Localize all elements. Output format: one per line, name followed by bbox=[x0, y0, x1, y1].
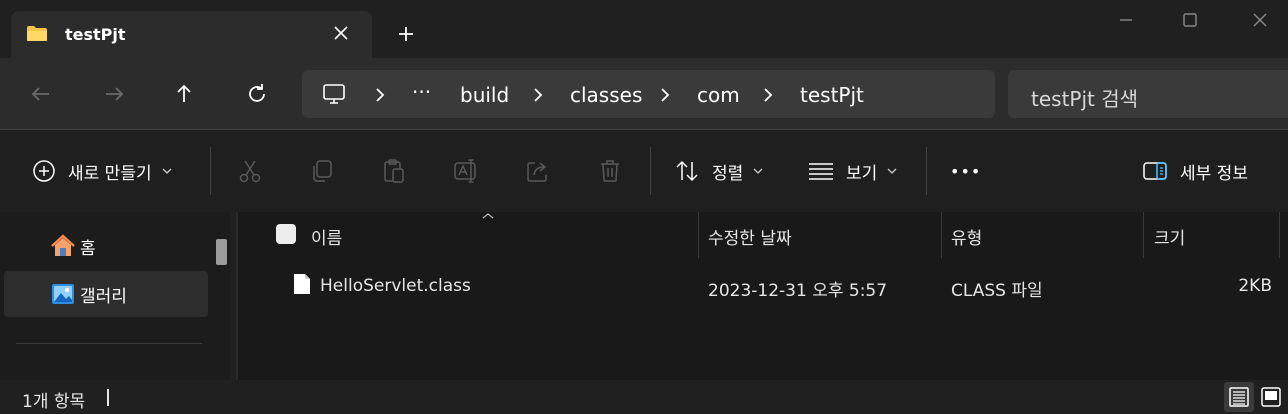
title-bar: testPjt bbox=[0, 0, 1288, 58]
column-divider[interactable] bbox=[1143, 212, 1144, 258]
more-button[interactable]: ••• bbox=[950, 157, 981, 185]
refresh-icon[interactable] bbox=[243, 80, 271, 108]
address-bar[interactable]: ··· build classes com testPjt bbox=[302, 70, 995, 118]
table-row[interactable]: HelloServlet.class 2023-12-31 오후 5:57 CL… bbox=[238, 267, 1288, 307]
column-header: 이름 수정한 날짜 유형 크기 bbox=[238, 212, 1288, 258]
trash-icon[interactable] bbox=[597, 158, 623, 184]
sidebar-item-label: 홈 bbox=[80, 238, 96, 259]
tiles-view-icon[interactable] bbox=[1256, 382, 1286, 412]
arrow-right-icon[interactable] bbox=[100, 80, 128, 108]
details-view-icon[interactable] bbox=[1224, 382, 1254, 412]
more-label: ••• bbox=[950, 161, 982, 181]
column-type[interactable]: 유형 bbox=[951, 224, 982, 249]
file-icon bbox=[294, 274, 310, 294]
sort-button[interactable]: 정렬 bbox=[674, 157, 763, 185]
cut-icon[interactable] bbox=[237, 158, 263, 184]
select-all-checkbox[interactable] bbox=[276, 224, 296, 244]
navigation-pane: 홈 갤러리 bbox=[0, 212, 230, 380]
paste-icon[interactable] bbox=[381, 158, 407, 184]
file-size: 2KB bbox=[1238, 276, 1272, 296]
view-label: 보기 bbox=[846, 163, 878, 184]
divider bbox=[926, 147, 927, 195]
sidebar-item-label: 갤러리 bbox=[80, 286, 127, 307]
sort-up-icon bbox=[482, 213, 494, 219]
tab-title: testPjt bbox=[65, 25, 126, 44]
breadcrumb-com[interactable]: com bbox=[697, 83, 740, 107]
plus-circle-icon bbox=[33, 160, 55, 182]
share-icon[interactable] bbox=[525, 158, 551, 184]
window-close-icon[interactable] bbox=[1248, 8, 1272, 32]
column-divider[interactable] bbox=[1279, 212, 1280, 258]
command-bar: 새로 만들기 정렬 보기 ••• 세부 정보 bbox=[0, 130, 1288, 212]
home-icon bbox=[51, 234, 75, 256]
divider bbox=[650, 147, 651, 195]
column-divider[interactable] bbox=[698, 212, 699, 258]
details-pane-button[interactable]: 세부 정보 bbox=[1142, 157, 1248, 185]
divider bbox=[16, 343, 202, 344]
file-modified: 2023-12-31 오후 5:57 bbox=[708, 281, 888, 301]
column-modified[interactable]: 수정한 날짜 bbox=[708, 224, 792, 249]
file-list: 이름 수정한 날짜 유형 크기 HelloServlet.class 2023-… bbox=[238, 212, 1288, 380]
chevron-right-icon[interactable] bbox=[761, 86, 775, 104]
new-button[interactable]: 새로 만들기 bbox=[32, 157, 172, 185]
scrollbar-thumb[interactable] bbox=[216, 239, 227, 265]
view-lines-icon bbox=[809, 163, 833, 180]
breadcrumb-testpjt[interactable]: testPjt bbox=[800, 83, 864, 107]
chevron-down-icon bbox=[753, 168, 763, 174]
column-name[interactable]: 이름 bbox=[311, 224, 342, 249]
search-placeholder: testPjt 검색 bbox=[1031, 87, 1139, 111]
rename-icon[interactable] bbox=[453, 158, 479, 184]
navigation-bar: ··· build classes com testPjt testPjt 검색 bbox=[0, 58, 1288, 130]
item-count: 1개 항목 bbox=[22, 392, 86, 412]
divider bbox=[210, 147, 211, 195]
column-size[interactable]: 크기 bbox=[1154, 224, 1185, 249]
details-label: 세부 정보 bbox=[1180, 163, 1248, 184]
arrow-up-icon[interactable] bbox=[170, 80, 198, 108]
breadcrumb-ellipsis[interactable]: ··· bbox=[412, 80, 431, 104]
tab-testpjt[interactable]: testPjt bbox=[11, 11, 372, 58]
status-divider bbox=[107, 389, 109, 406]
sidebar-item-gallery[interactable]: 갤러리 bbox=[4, 271, 208, 317]
breadcrumb-classes[interactable]: classes bbox=[570, 83, 642, 107]
chevron-right-icon[interactable] bbox=[658, 86, 672, 104]
sidebar-item-home[interactable]: 홈 bbox=[4, 223, 208, 269]
chevron-down-icon bbox=[162, 168, 172, 174]
maximize-icon[interactable] bbox=[1178, 8, 1202, 32]
file-type: CLASS 파일 bbox=[951, 281, 1043, 301]
chevron-right-icon[interactable] bbox=[531, 86, 545, 104]
breadcrumb-build[interactable]: build bbox=[460, 83, 509, 107]
close-icon[interactable] bbox=[330, 22, 352, 44]
minimize-icon[interactable] bbox=[1114, 8, 1138, 32]
monitor-icon[interactable] bbox=[322, 82, 346, 106]
file-name: HelloServlet.class bbox=[320, 276, 471, 296]
chevron-right-icon[interactable] bbox=[373, 86, 387, 104]
new-label: 새로 만들기 bbox=[68, 163, 152, 184]
view-button[interactable]: 보기 bbox=[808, 157, 897, 185]
column-divider[interactable] bbox=[941, 212, 942, 258]
sort-icon bbox=[676, 160, 698, 182]
details-pane-icon bbox=[1143, 162, 1167, 180]
folder-icon bbox=[27, 26, 47, 41]
status-bar: 1개 항목 bbox=[0, 380, 1288, 414]
copy-icon[interactable] bbox=[309, 158, 335, 184]
arrow-left-icon[interactable] bbox=[27, 80, 55, 108]
gallery-icon bbox=[52, 284, 74, 304]
sort-label: 정렬 bbox=[712, 163, 744, 184]
search-input[interactable]: testPjt 검색 bbox=[1008, 70, 1288, 118]
plus-icon[interactable] bbox=[395, 23, 417, 45]
chevron-down-icon bbox=[887, 168, 897, 174]
